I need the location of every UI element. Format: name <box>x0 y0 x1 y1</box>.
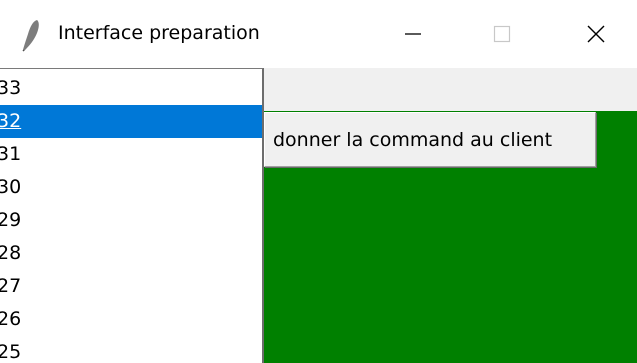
list-item[interactable]: 27 <box>0 270 262 303</box>
number-listbox[interactable]: 33 32 31 30 29 28 27 26 25 <box>0 68 264 363</box>
list-item[interactable]: 25 <box>0 336 262 363</box>
listbox-items: 33 32 31 30 29 28 27 26 25 <box>0 72 262 363</box>
list-item-selected[interactable]: 32 <box>0 105 262 138</box>
close-button[interactable] <box>550 0 637 68</box>
give-order-button[interactable]: donner la command au client <box>264 112 596 167</box>
list-item[interactable]: 26 <box>0 303 262 336</box>
list-item[interactable]: 33 <box>0 72 262 105</box>
app-window: Interface preparation 33 32 31 30 29 28 <box>0 0 637 363</box>
minimize-icon <box>405 33 421 35</box>
close-icon <box>587 25 605 43</box>
maximize-icon <box>493 25 511 43</box>
list-item[interactable]: 28 <box>0 237 262 270</box>
window-title: Interface preparation <box>58 22 260 44</box>
minimize-button[interactable] <box>367 0 459 68</box>
list-item[interactable]: 29 <box>0 204 262 237</box>
maximize-button[interactable] <box>456 0 548 68</box>
list-item[interactable]: 31 <box>0 138 262 171</box>
feather-icon <box>22 20 39 52</box>
list-item[interactable]: 30 <box>0 171 262 204</box>
title-bar[interactable]: Interface preparation <box>0 0 637 68</box>
